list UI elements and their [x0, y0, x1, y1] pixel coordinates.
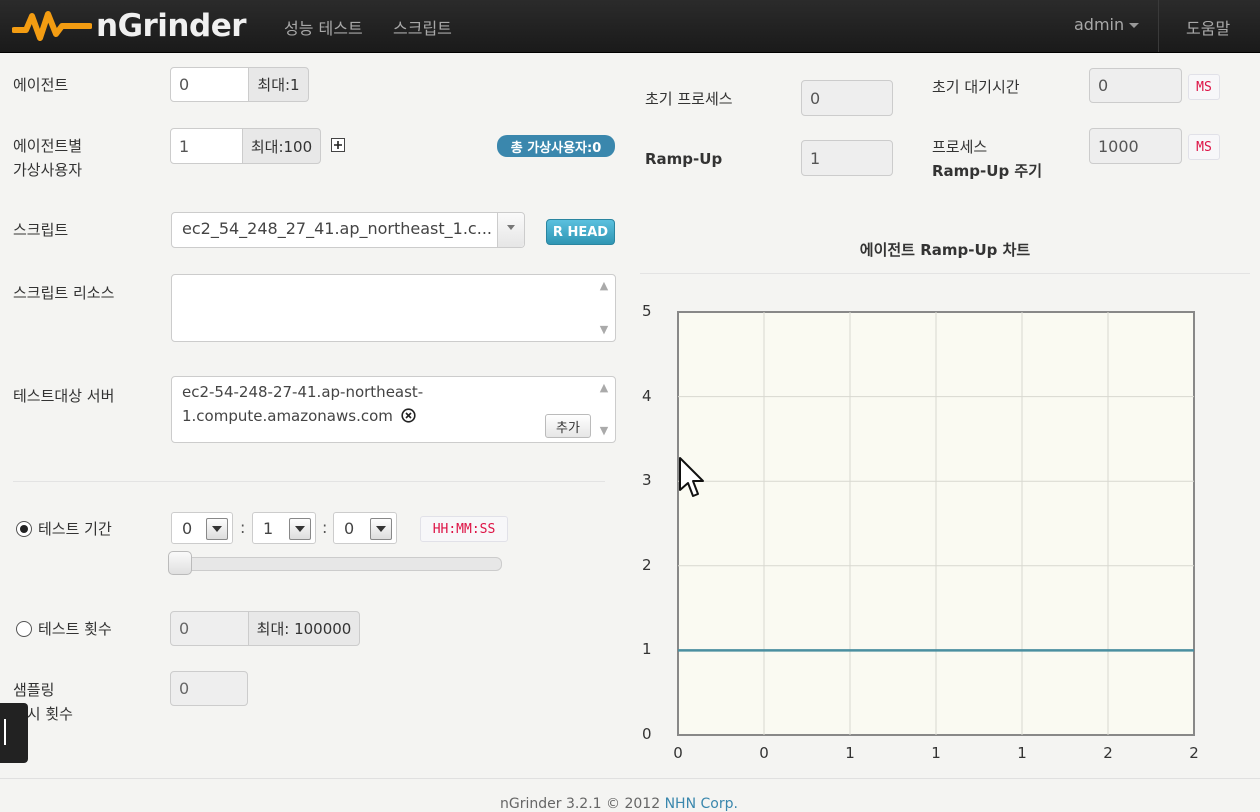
footer-company-link[interactable]: NHN Corp. [665, 796, 738, 812]
vuser-label-1: 에이전트별 [13, 137, 83, 155]
script-resource-textarea[interactable]: ▲ ▼ [171, 274, 616, 342]
help-link[interactable]: 도움말 [1186, 15, 1230, 39]
duration-hours-select[interactable]: 0 [171, 512, 233, 544]
ignore-sample-input[interactable]: 0 [170, 671, 248, 706]
time-separator: : [322, 518, 328, 537]
target-server-label: 테스트대상 서버 [13, 387, 115, 405]
x-tick-label: 0 [759, 744, 769, 762]
run-count-max-addon: 최대: 100000 [248, 611, 360, 646]
target-server-box[interactable]: ec2-54-248-27-41.ap-northeast- 1.compute… [171, 376, 616, 443]
x-tick-label: 1 [1017, 744, 1027, 762]
target-host-line2: 1.compute.amazonaws.com [182, 407, 393, 425]
y-tick-label: 5 [642, 302, 652, 320]
caret-down-icon [1129, 23, 1140, 28]
y-tick-label: 2 [642, 555, 652, 574]
add-host-button[interactable]: 추가 [545, 414, 591, 438]
y-tick-label: 3 [642, 471, 652, 490]
chevron-down-icon [370, 518, 392, 540]
ms-unit-badge: MS [1188, 134, 1220, 160]
x-tick-label: 2 [1103, 744, 1113, 762]
footer-copyright: nGrinder 3.2.1 © 2012 [500, 796, 665, 812]
top-navbar: nGrinder 성능 테스트 스크립트 admin 도움말 [0, 0, 1260, 53]
script-select[interactable]: ec2_54_248_27_41.ap_northeast_1.c... [171, 212, 525, 248]
init-sleep-input[interactable]: 0 [1089, 68, 1182, 103]
scroll-down-icon[interactable]: ▼ [599, 425, 609, 436]
section-divider [13, 481, 605, 482]
script-label: 스크립트 [13, 221, 69, 239]
agent-count-input[interactable]: 0 [170, 67, 250, 102]
agent-max-addon: 최대:1 [248, 67, 309, 102]
rampup-input[interactable]: 1 [801, 140, 893, 176]
video-overlay-button[interactable] [0, 703, 28, 763]
chevron-down-icon [289, 518, 311, 540]
chevron-down-icon [507, 225, 515, 230]
x-tick-label: 2 [1189, 744, 1199, 762]
interval-input[interactable]: 1000 [1089, 128, 1182, 164]
nav-script-link[interactable]: 스크립트 [393, 15, 452, 39]
chevron-down-icon [206, 518, 228, 540]
expand-plus-icon[interactable] [331, 138, 345, 152]
cursor-bar-icon [4, 719, 6, 745]
vuser-max-addon: 최대:100 [242, 128, 321, 164]
chart-header-divider [640, 273, 1250, 274]
init-sleep-label: 초기 대기시간 [932, 78, 1020, 96]
time-format-hint: HH:MM:SS [420, 516, 508, 542]
run-count-input[interactable]: 0 [170, 611, 250, 646]
y-tick-label: 0 [642, 725, 652, 743]
scroll-up-icon[interactable]: ▲ [599, 382, 609, 393]
ignore-sample-label-1: 샘플링 [13, 681, 55, 699]
brand-name: nGrinder [96, 8, 247, 44]
x-tick-label: 0 [673, 744, 683, 762]
minutes-value: 1 [263, 519, 274, 538]
duration-slider-track[interactable] [172, 557, 502, 571]
brand-logo[interactable]: nGrinder [12, 6, 247, 46]
nav-perftest-link[interactable]: 성능 테스트 [284, 15, 363, 39]
duration-slider-handle[interactable] [168, 551, 192, 575]
user-name: admin [1074, 15, 1125, 34]
scroll-up-icon[interactable]: ▲ [599, 280, 609, 291]
chart-title: 에이전트 Ramp-Up 차트 [859, 241, 1031, 259]
x-tick-label: 1 [931, 744, 941, 762]
ms-unit-badge: MS [1188, 74, 1220, 100]
total-vuser-badge: 총 가상사용자:0 [497, 135, 615, 157]
duration-seconds-select[interactable]: 0 [333, 512, 397, 544]
rampup-label: Ramp-Up [645, 150, 723, 168]
duration-label: 테스트 기간 [38, 520, 112, 538]
nav-divider [1158, 0, 1159, 52]
y-tick-label: 4 [642, 386, 652, 405]
y-tick-label: 1 [642, 640, 652, 659]
init-process-input[interactable]: 0 [801, 80, 893, 116]
x-tick-label: 1 [845, 744, 855, 762]
vuser-label-2: 가상사용자 [13, 161, 83, 179]
init-process-label: 초기 프로세스 [645, 90, 733, 108]
footer-divider [0, 778, 1260, 779]
run-count-label: 테스트 횟수 [38, 620, 112, 638]
agent-label: 에이전트 [13, 76, 69, 94]
footer: nGrinder 3.2.1 © 2012 NHN Corp. [500, 796, 738, 812]
target-host-line1: ec2-54-248-27-41.ap-northeast- [182, 383, 424, 401]
vuser-input[interactable]: 1 [170, 128, 244, 164]
script-resource-label: 스크립트 리소스 [13, 284, 115, 302]
hours-value: 0 [182, 519, 193, 538]
run-count-radio[interactable] [16, 621, 32, 637]
mouse-cursor-icon [679, 457, 704, 497]
scroll-down-icon[interactable]: ▼ [599, 324, 609, 335]
duration-radio[interactable] [16, 521, 32, 537]
interval-label-1: 프로세스 [932, 138, 988, 156]
remove-host-icon[interactable] [401, 408, 416, 423]
user-menu[interactable]: admin [1074, 15, 1140, 34]
head-revision-button[interactable]: R HEAD [546, 219, 615, 245]
select-arrow [497, 213, 524, 247]
interval-label-2: Ramp-Up 주기 [932, 162, 1043, 180]
seconds-value: 0 [344, 519, 355, 538]
pulse-logo-icon [12, 11, 92, 41]
time-separator: : [240, 518, 246, 537]
rampup-chart [677, 311, 1195, 736]
script-select-value: ec2_54_248_27_41.ap_northeast_1.c... [182, 219, 492, 238]
duration-minutes-select[interactable]: 1 [252, 512, 316, 544]
